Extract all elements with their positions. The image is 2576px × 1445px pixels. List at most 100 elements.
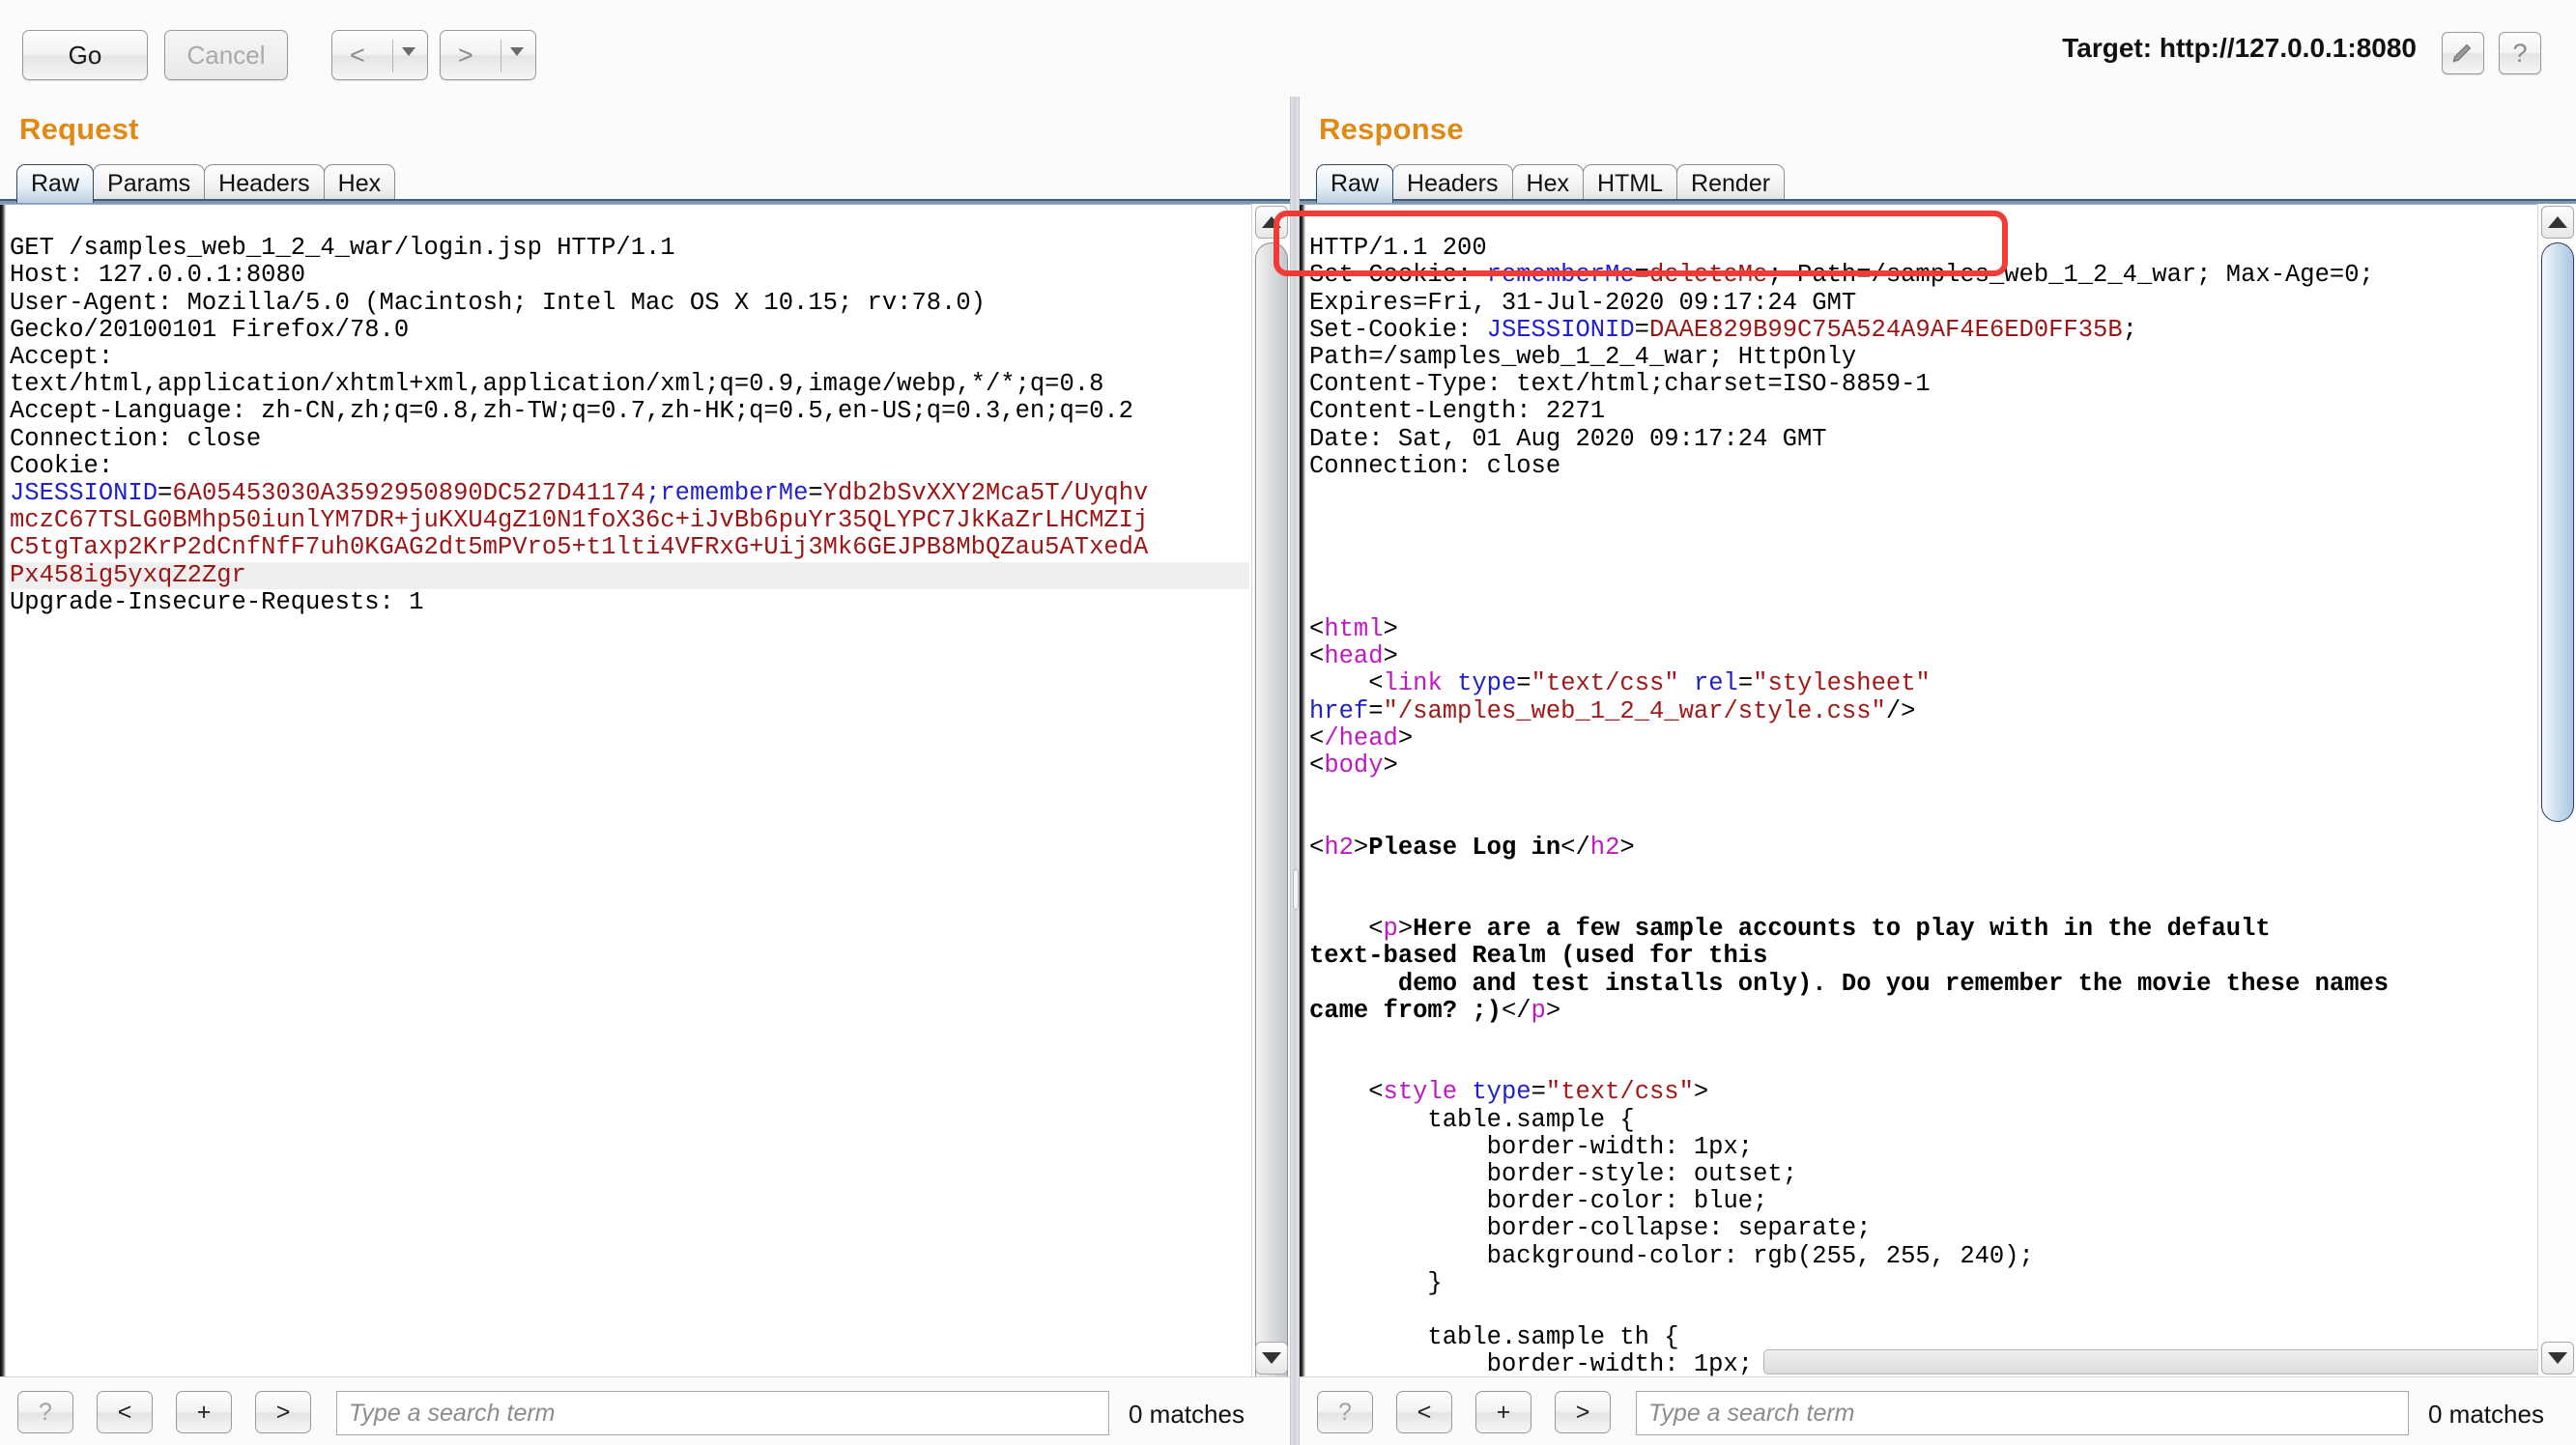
p-tag: p xyxy=(1383,915,1398,944)
request-panel: Request Raw Params Headers Hex GET /samp… xyxy=(0,97,1290,1445)
scroll-down-icon[interactable] xyxy=(2541,1342,2574,1374)
editor-left-margin xyxy=(0,205,6,1376)
response-body-line: <head> xyxy=(1309,642,1398,671)
search-help-button[interactable]: ? xyxy=(1317,1391,1373,1433)
pencil-icon[interactable] xyxy=(2442,32,2484,74)
request-cookie-line: mczC67TSLG0BMhp50iunlYM7DR+juKXU4gZ10N1f… xyxy=(10,507,1249,534)
response-body-line: href="/samples_web_1_2_4_war/style.css"/… xyxy=(1309,696,1916,725)
editor-left-margin xyxy=(1300,205,1305,1376)
body-tag: body xyxy=(1324,751,1384,779)
panel-splitter[interactable] xyxy=(1290,97,1300,1445)
top-toolbar: Go Cancel < > Target: http://127.0.0.1:8… xyxy=(0,0,2576,97)
cancel-button-label: Cancel xyxy=(186,40,266,70)
response-expires-line: Expires=Fri, 31-Jul-2020 09:17:24 GMT xyxy=(1309,288,1857,317)
request-editor[interactable]: GET /samples_web_1_2_4_war/login.jsp HTT… xyxy=(0,204,1290,1376)
request-line: Accept: xyxy=(10,343,114,372)
cancel-button[interactable]: Cancel xyxy=(164,30,288,80)
search-input[interactable] xyxy=(336,1391,1109,1435)
css-line xyxy=(1309,1297,2535,1324)
request-text[interactable]: GET /samples_web_1_2_4_war/login.jsp HTT… xyxy=(10,208,1249,1376)
chevron-right-icon: > xyxy=(458,40,473,70)
chevron-down-icon[interactable] xyxy=(402,47,415,56)
go-button[interactable]: Go xyxy=(22,30,148,80)
tab-response-render[interactable]: Render xyxy=(1676,164,1786,203)
cookie-value-rememberme-1: Ydb2bSvXXY2Mca5T/Uyqhv xyxy=(822,479,1149,508)
css-line: background-color: rgb(255, 255, 240); xyxy=(1309,1241,2034,1270)
search-add-button[interactable]: + xyxy=(1475,1391,1531,1433)
search-add-button[interactable]: + xyxy=(176,1391,232,1433)
head-tag: head xyxy=(1324,642,1384,671)
p-text-4: came from? ;) xyxy=(1309,996,1502,1025)
splitter-grip[interactable] xyxy=(1293,869,1299,910)
response-body-line: <p>Here are a few sample accounts to pla… xyxy=(1309,915,2271,944)
style-tag: style xyxy=(1383,1078,1458,1107)
chevron-down-icon[interactable] xyxy=(510,47,524,56)
tab-response-headers[interactable]: Headers xyxy=(1392,164,1513,203)
scrollbar-thumb[interactable] xyxy=(2541,242,2574,822)
request-line: Gecko/20100101 Firefox/78.0 xyxy=(10,315,410,344)
html-tag: html xyxy=(1324,614,1384,643)
scroll-up-icon[interactable] xyxy=(2541,206,2574,239)
search-next-button[interactable]: > xyxy=(255,1391,311,1433)
request-line: User-Agent: Mozilla/5.0 (Macintosh; Inte… xyxy=(10,288,986,317)
request-panel-title: Request xyxy=(19,112,139,146)
h2-text: Please Log in xyxy=(1368,833,1561,862)
css-line: border-style: outset; xyxy=(1309,1159,1797,1188)
cookie-value-rememberme-2: mczC67TSLG0BMhp50iunlYM7DR+juKXU4gZ10N1f… xyxy=(10,506,1149,535)
search-prev-button[interactable]: < xyxy=(97,1391,153,1433)
request-cookie-line: JSESSIONID=6A05453030A3592950890DC527D41… xyxy=(10,479,1149,508)
request-line: Accept-Language: zh-CN,zh;q=0.8,zh-TW;q=… xyxy=(10,397,1133,426)
scroll-up-icon[interactable] xyxy=(1255,206,1288,239)
setcookie-attrs: ; Path=/samples_web_1_2_4_war; Max-Age=0… xyxy=(1767,261,2374,290)
search-matches-count: 0 matches xyxy=(2428,1400,2544,1429)
request-vertical-scrollbar[interactable] xyxy=(1251,204,1290,1416)
cookie-value-rememberme-4: Px458ig5yxqZ2Zgr xyxy=(10,560,246,589)
tab-request-hex[interactable]: Hex xyxy=(323,164,396,203)
request-line: Cookie: xyxy=(10,451,114,480)
response-header-line: Date: Sat, 01 Aug 2020 09:17:24 GMT xyxy=(1309,424,1827,453)
cookie-value-deleteme: deleteMe xyxy=(1648,261,1768,290)
head-close-tag: /head xyxy=(1324,723,1398,752)
tab-request-headers[interactable]: Headers xyxy=(204,164,325,203)
chevron-left-icon: < xyxy=(350,40,365,70)
search-next-label: > xyxy=(1575,1398,1590,1426)
tab-label: Hex xyxy=(337,170,382,197)
search-next-button[interactable]: > xyxy=(1555,1391,1611,1433)
tab-response-html[interactable]: HTML xyxy=(1582,164,1678,203)
search-help-label: ? xyxy=(39,1398,52,1426)
cookie-name-jsessionid: JSESSIONID xyxy=(10,479,158,508)
search-prev-button[interactable]: < xyxy=(1396,1391,1452,1433)
go-button-label: Go xyxy=(68,40,102,70)
response-line: Path=/samples_web_1_2_4_war; HttpOnly xyxy=(1309,343,1857,372)
response-text[interactable]: HTTP/1.1 200 Set-Cookie: rememberMe=delet… xyxy=(1309,208,2535,1376)
search-help-button[interactable]: ? xyxy=(17,1391,73,1433)
scrollbar-thumb[interactable] xyxy=(1255,242,1288,1416)
response-body-line: text-based Realm (used for this xyxy=(1309,943,2535,970)
search-input[interactable] xyxy=(1636,1391,2409,1435)
question-mark-icon[interactable]: ? xyxy=(2499,32,2541,74)
response-status-line: HTTP/1.1 200 xyxy=(1309,234,1487,263)
tab-response-raw[interactable]: Raw xyxy=(1316,164,1394,203)
css-line: border-width: 1px; xyxy=(1309,1132,1754,1161)
tab-request-params[interactable]: Params xyxy=(93,164,206,203)
response-vertical-scrollbar[interactable] xyxy=(2537,204,2576,1376)
css-line: border-color: blue; xyxy=(1309,1187,1768,1216)
attr-rel: rel xyxy=(1693,669,1738,698)
attr-type-value: "text/css" xyxy=(1531,669,1679,698)
scroll-down-icon[interactable] xyxy=(1255,1342,1288,1374)
cookie-name-rememberme: rememberMe xyxy=(660,479,809,508)
response-horizontal-scrollbar[interactable] xyxy=(1763,1349,2576,1374)
cookie-name-jsessionid: JSESSIONID xyxy=(1486,315,1635,344)
response-editor[interactable]: HTTP/1.1 200 Set-Cookie: rememberMe=delet… xyxy=(1300,204,2576,1376)
back-button[interactable]: < xyxy=(331,30,428,80)
request-line: Host: 127.0.0.1:8080 xyxy=(10,261,306,290)
response-body-line: demo and test installs only). Do you rem… xyxy=(1309,970,2535,998)
response-body-line: <body> xyxy=(1309,751,1398,779)
attr-type: type xyxy=(1457,669,1517,698)
cookie-value-jsessionid: DAAE829B99C75A524A9AF4E6ED0FF35B xyxy=(1648,315,2123,344)
response-tabstrip: Raw Headers Hex HTML Render xyxy=(1316,162,1786,203)
tab-request-raw[interactable]: Raw xyxy=(16,164,95,203)
tab-response-hex[interactable]: Hex xyxy=(1511,164,1584,203)
forward-button[interactable]: > xyxy=(440,30,536,80)
response-panel: Response Raw Headers Hex HTML Render HTT… xyxy=(1300,97,2576,1445)
